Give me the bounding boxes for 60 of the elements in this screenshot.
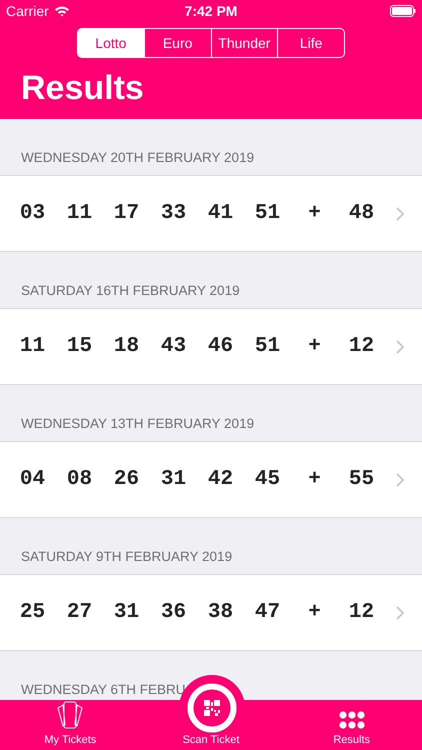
ball-number: 11	[66, 200, 94, 227]
battery-icon	[390, 5, 416, 17]
date-header: SATURDAY 9TH FEBRUARY 2019	[21, 548, 232, 566]
carrier-label: Carrier	[6, 2, 49, 20]
cards-icon	[57, 700, 84, 728]
ball-number: 08	[66, 466, 94, 493]
chevron-icon	[396, 206, 404, 220]
ball-number: 33	[160, 200, 188, 227]
plus-sign: +	[307, 466, 322, 493]
date-header: WEDNESDAY 20TH FEBRUARY 2019	[21, 148, 254, 167]
ball-number: 47	[254, 600, 282, 626]
ball-number: 15	[66, 334, 94, 360]
ball-number: 17	[112, 200, 140, 227]
segment-tab[interactable]: Life	[277, 29, 344, 57]
ball-number: 45	[254, 466, 282, 493]
bonus-number: 55	[348, 466, 376, 493]
ball-number: 18	[112, 334, 140, 360]
ball-number: 25	[18, 600, 46, 626]
ball-number: 46	[206, 334, 234, 360]
draw-row[interactable]: 11 15 18 43 46 51 + 12	[0, 308, 422, 385]
ball-number: 42	[206, 466, 234, 493]
dots-grid-icon	[338, 710, 365, 728]
ball-number: 11	[18, 334, 46, 360]
qr-scan-icon	[187, 683, 237, 733]
ball-number: 03	[18, 200, 46, 227]
ball-number: 31	[160, 466, 188, 493]
draw-row[interactable]: 25 27 31 36 38 47 + 12	[0, 574, 422, 651]
ball-number: 41	[206, 200, 234, 227]
draw-row[interactable]: 03 11 17 33 41 51 + 48	[0, 175, 422, 252]
segment-tab[interactable]: Lotto	[78, 29, 144, 57]
ball-number: 51	[254, 334, 282, 360]
date-header: WEDNESDAY 6TH FEBRU	[21, 680, 186, 699]
chevron-icon	[396, 606, 404, 620]
tab-bar-item[interactable]: My Tickets	[0, 700, 141, 750]
page-title: Results	[21, 68, 145, 108]
draw-row[interactable]: 04 08 26 31 42 45 + 55	[0, 441, 422, 518]
date-header: WEDNESDAY 13TH FEBRUARY 2019	[21, 414, 254, 433]
wifi-icon	[54, 5, 70, 17]
segment-tab[interactable]: Thunder	[210, 29, 278, 57]
ball-number: 04	[18, 466, 46, 493]
ball-number: 38	[206, 600, 234, 626]
chevron-icon	[396, 472, 404, 486]
bonus-number: 12	[348, 334, 376, 360]
bonus-number: 12	[348, 600, 376, 626]
ball-number: 36	[160, 600, 188, 626]
plus-sign: +	[307, 334, 322, 360]
ball-number: 51	[254, 200, 282, 227]
plus-sign: +	[307, 600, 322, 626]
ball-number: 26	[112, 466, 140, 493]
time-label: 7:42 PM	[184, 2, 238, 20]
bonus-number: 48	[348, 200, 376, 227]
tab-bar-item[interactable]: Results	[281, 700, 422, 750]
ball-number: 43	[160, 334, 188, 360]
tab-label: Scan Ticket	[182, 732, 240, 748]
ball-number: 27	[66, 600, 94, 626]
chevron-icon	[396, 340, 404, 354]
segment-tab[interactable]: Euro	[144, 29, 210, 57]
ball-number: 31	[112, 600, 140, 626]
date-header: SATURDAY 16TH FEBRUARY 2019	[21, 282, 240, 300]
plus-sign: +	[307, 200, 322, 227]
